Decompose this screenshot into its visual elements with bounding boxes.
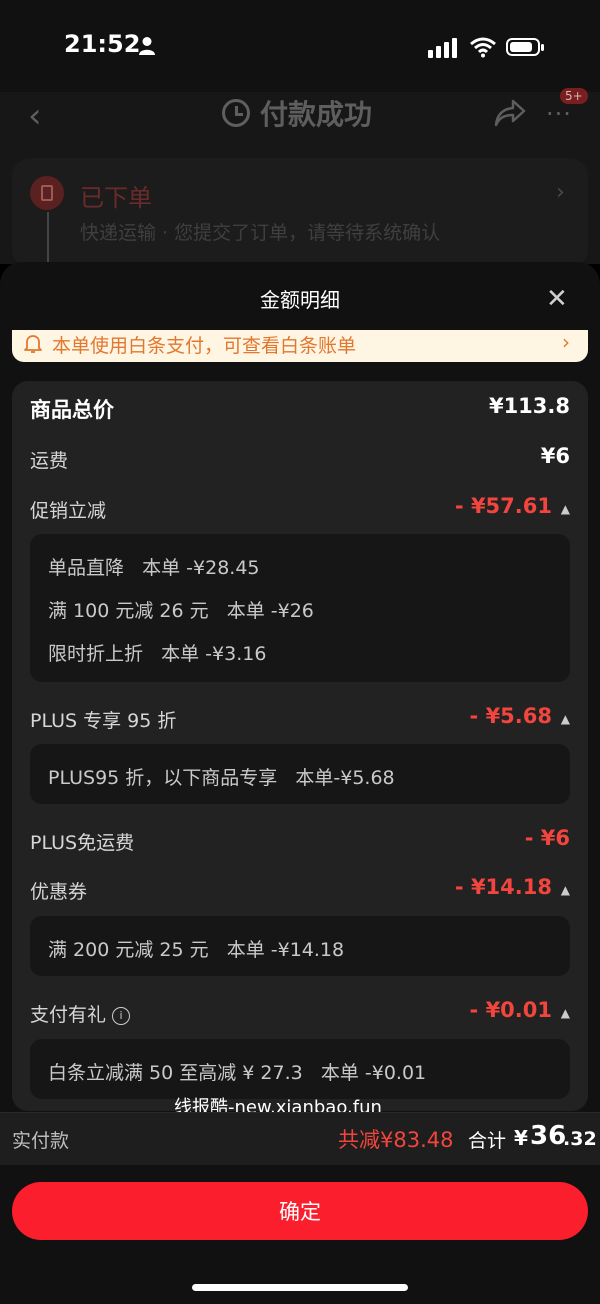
order-description: 快递运输 · 您提交了订单，请等待系统确认 — [80, 222, 441, 244]
order-icon — [30, 176, 64, 210]
promo-label: 促销立减 — [30, 500, 107, 522]
chevron-right-icon: › — [556, 180, 565, 205]
grand-total-currency: ¥ — [514, 1126, 528, 1150]
plus-discount-label: PLUS 专享 95 折 — [30, 710, 177, 732]
info-icon[interactable]: i — [112, 1007, 131, 1025]
order-status-card[interactable] — [12, 158, 588, 268]
wifi-icon — [470, 37, 496, 58]
paid-label: 实付款 — [12, 1130, 70, 1152]
notice-text: 本单使用白条支付，可查看白条账单 — [52, 335, 357, 357]
plus-detail-line: PLUS95 折，以下商品专享 本单-¥5.68 — [48, 767, 395, 789]
grand-total-decimal: .32 — [563, 1128, 597, 1150]
clock-icon — [222, 99, 250, 127]
caret-up-icon[interactable]: ▲ — [561, 502, 570, 516]
timeline-line — [47, 212, 49, 268]
more-icon[interactable]: ··· — [546, 100, 572, 128]
bell-icon — [24, 335, 42, 353]
caret-up-icon[interactable]: ▲ — [561, 1006, 570, 1020]
person-icon — [139, 37, 155, 55]
coupon-detail-line: 满 200 元减 25 元 本单 -¥14.18 — [48, 939, 345, 961]
caret-up-icon[interactable]: ▲ — [561, 883, 570, 897]
caret-up-icon[interactable]: ▲ — [561, 712, 570, 726]
promo-detail-line: 满 100 元减 26 元 本单 -¥26 — [48, 600, 314, 622]
sheet-title: 金额明细 — [260, 288, 340, 312]
shipping-label: 运费 — [30, 450, 69, 472]
plus-shipping-label: PLUS免运费 — [30, 832, 135, 854]
grand-total-label: 合计 — [468, 1130, 507, 1152]
close-icon[interactable]: ✕ — [546, 284, 568, 314]
home-indicator[interactable] — [192, 1284, 408, 1291]
page-title: 付款成功 — [260, 98, 373, 131]
pay-gift-label: 支付有礼 i — [30, 1000, 131, 1027]
shipping-value: ¥6 — [540, 444, 570, 468]
notification-badge: 5+ — [560, 88, 588, 104]
total-price-label: 商品总价 — [30, 398, 114, 422]
promo-detail-line: 单品直降 本单 -¥28.45 — [48, 557, 260, 579]
chevron-right-icon: › — [562, 330, 570, 354]
pay-gift-value[interactable]: - ¥0.01 — [470, 998, 552, 1022]
coupon-value[interactable]: - ¥14.18 — [455, 875, 552, 899]
pay-gift-label-text: 支付有礼 — [30, 1004, 107, 1026]
plus-discount-value[interactable]: - ¥5.68 — [470, 704, 552, 728]
promo-value[interactable]: - ¥57.61 — [455, 494, 552, 518]
battery-icon — [506, 38, 544, 56]
status-time: 21:52 — [64, 30, 141, 58]
nav-title-group: 付款成功 — [222, 96, 373, 131]
total-price-value: ¥113.8 — [488, 394, 570, 418]
grand-total-integer: 36 — [530, 1121, 567, 1151]
gift-detail-line: 白条立减满 50 至高减 ¥ 27.3 本单 -¥0.01 — [48, 1062, 427, 1084]
payment-summary-bar — [0, 1112, 600, 1165]
plus-shipping-value: - ¥6 — [524, 826, 570, 850]
share-icon[interactable] — [494, 98, 526, 128]
promo-detail-line: 限时折上折 本单 -¥3.16 — [48, 643, 267, 665]
saved-amount: 共减¥83.48 — [338, 1128, 454, 1152]
order-status: 已下单 — [80, 184, 152, 212]
confirm-button[interactable]: 确定 — [12, 1182, 588, 1240]
coupon-label: 优惠券 — [30, 881, 88, 903]
signal-icon — [428, 38, 457, 58]
back-icon[interactable]: ‹ — [28, 96, 42, 136]
